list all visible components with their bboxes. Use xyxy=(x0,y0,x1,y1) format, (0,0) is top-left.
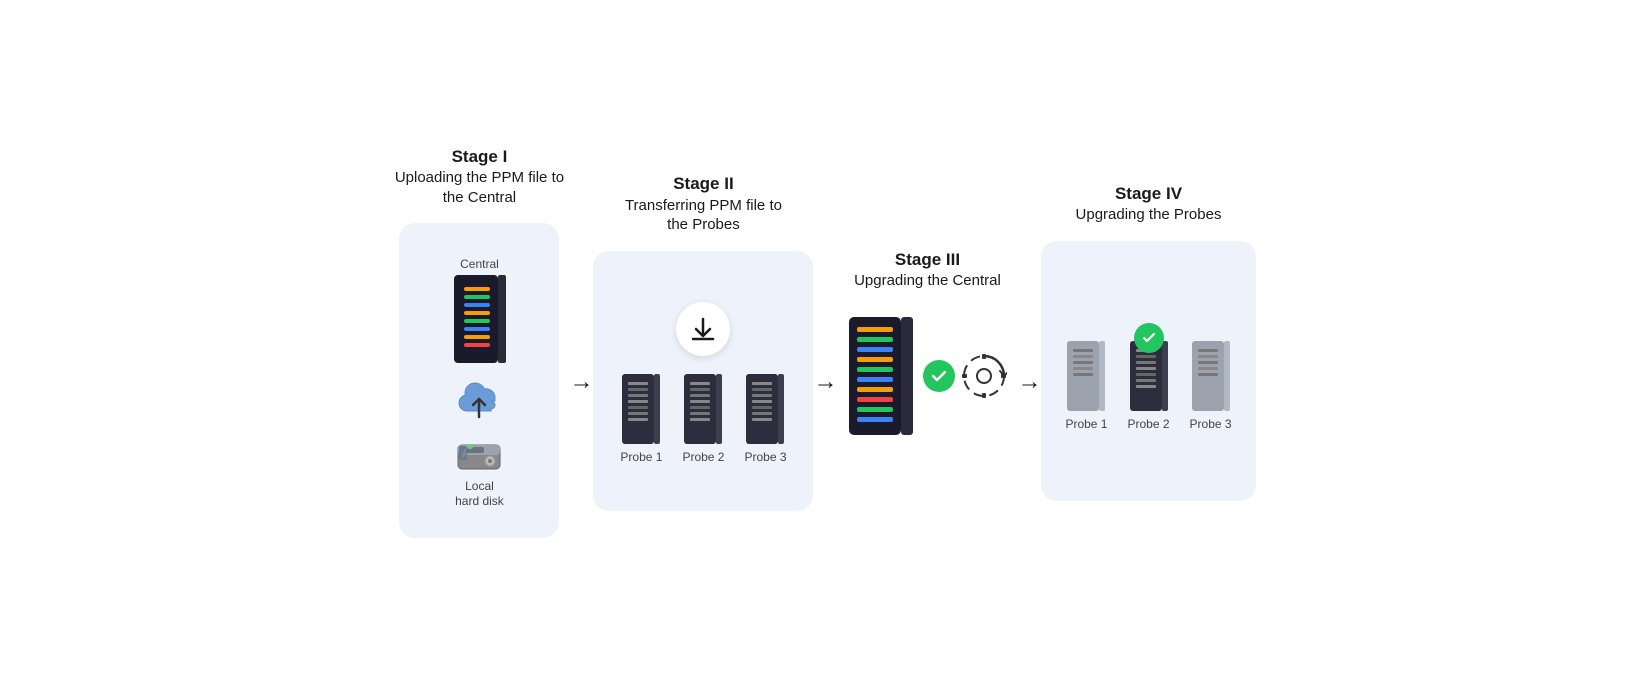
stage-4-probe-3: Probe 3 xyxy=(1190,341,1232,431)
stage-4-probe-2-wrap: Probe 2 xyxy=(1127,341,1169,431)
gear-refresh-icon xyxy=(961,353,1007,399)
stage-4-probe-1-label: Probe 1 xyxy=(1065,417,1107,431)
stage-4-probe-3-label: Probe 3 xyxy=(1190,417,1232,431)
download-icon-circle xyxy=(676,302,730,356)
hard-disk-item: Localhard disk xyxy=(455,437,504,508)
stage-3-content xyxy=(847,317,1007,435)
download-icon xyxy=(689,315,717,343)
hard-disk-icon xyxy=(456,437,502,475)
probe-2-icon xyxy=(682,374,724,444)
hard-disk-label: Localhard disk xyxy=(455,479,504,508)
probes-row: Probe 1 Probe 2 xyxy=(620,374,786,464)
probe-3-icon xyxy=(744,374,786,444)
arrow-3: → xyxy=(1017,368,1041,396)
stage-2-title: Stage II Transferring PPM file to the Pr… xyxy=(613,173,793,234)
stage-4-probe-2-label: Probe 2 xyxy=(1127,417,1169,431)
stage-3-check xyxy=(923,360,955,392)
stage-4-probe-3-icon xyxy=(1190,341,1232,411)
central-server-item: Central xyxy=(452,257,506,363)
probe-1-label: Probe 1 xyxy=(620,450,662,464)
probe-1-item: Probe 1 xyxy=(620,374,662,464)
upgrade-diagram: Stage I Uploading the PPM file to the Ce… xyxy=(349,126,1295,558)
central-label: Central xyxy=(460,257,499,271)
probe-2-item: Probe 2 xyxy=(682,374,724,464)
stage-4-probe-2: Probe 2 xyxy=(1127,341,1169,431)
arrow-2: → xyxy=(813,368,837,396)
cloud-upload-icon xyxy=(453,379,505,421)
stage-1-title: Stage I Uploading the PPM file to the Ce… xyxy=(389,146,569,207)
stage-2-box: Probe 1 Probe 2 xyxy=(593,251,813,511)
arrow-1: → xyxy=(569,368,593,396)
stage-3-title: Stage III Upgrading the Central xyxy=(837,249,1017,291)
stage-3: Stage III Upgrading the Central xyxy=(837,249,1017,435)
central-server-icon xyxy=(452,275,506,363)
probe-2-check xyxy=(1134,323,1164,353)
probe-2-label: Probe 2 xyxy=(682,450,724,464)
probe-3-item: Probe 3 xyxy=(744,374,786,464)
probe-3-label: Probe 3 xyxy=(744,450,786,464)
stage-4: Stage IV Upgrading the Probes xyxy=(1041,183,1255,501)
stage-3-central-server-icon xyxy=(847,317,917,435)
stage-4-probe-1-icon xyxy=(1065,341,1107,411)
check-icon xyxy=(930,367,948,385)
probe-1-icon xyxy=(620,374,662,444)
stage-4-box: Probe 1 xyxy=(1041,241,1255,501)
stage-1: Stage I Uploading the PPM file to the Ce… xyxy=(389,146,569,538)
stage-4-probe-1: Probe 1 xyxy=(1065,341,1107,431)
probe-2-check-icon xyxy=(1141,330,1157,346)
stage-4-probes-row: Probe 1 xyxy=(1065,321,1231,431)
stage-2: Stage II Transferring PPM file to the Pr… xyxy=(593,173,813,510)
stage-1-box: Central xyxy=(399,223,559,538)
stage-4-title: Stage IV Upgrading the Probes xyxy=(1059,183,1239,225)
